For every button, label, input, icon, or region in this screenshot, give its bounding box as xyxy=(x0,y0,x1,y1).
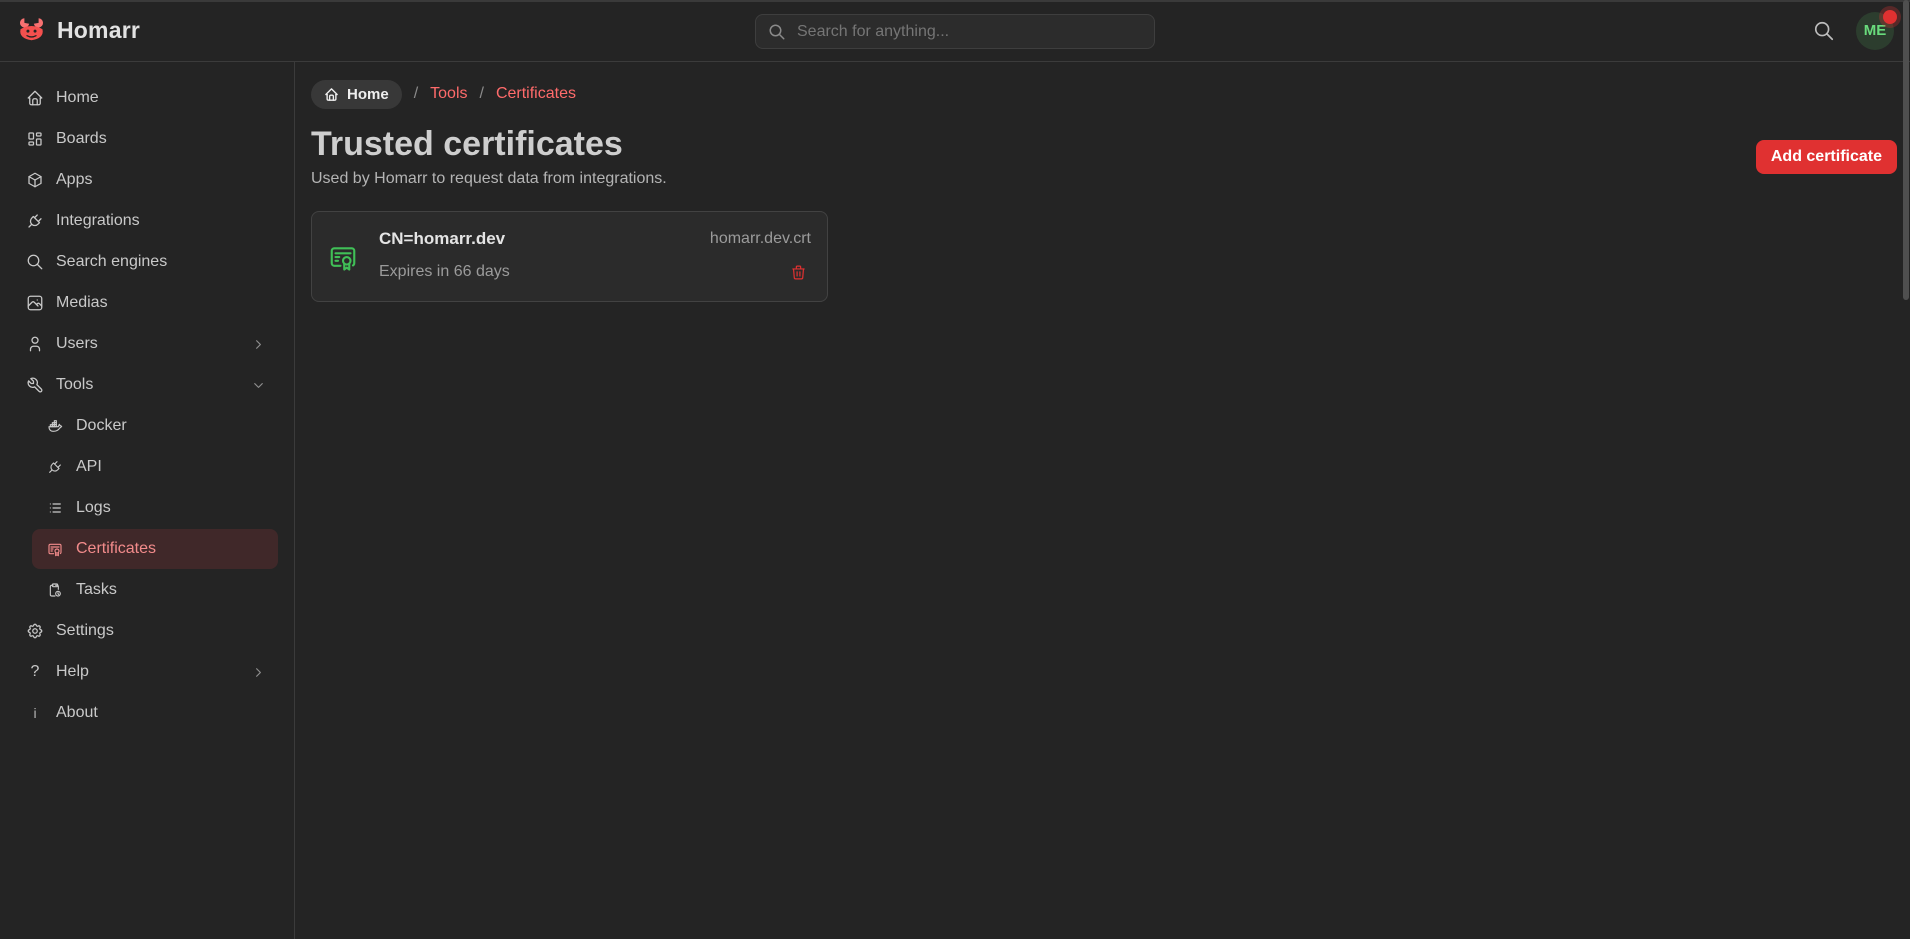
global-search[interactable] xyxy=(755,14,1155,49)
breadcrumb-home-label: Home xyxy=(347,86,389,103)
vertical-scrollbar[interactable] xyxy=(1903,0,1909,300)
trash-icon xyxy=(790,264,807,281)
breadcrumb-link-tools[interactable]: Tools xyxy=(430,85,467,103)
sidebar-item-users[interactable]: Users xyxy=(16,324,278,364)
tool-icon xyxy=(26,376,44,394)
breadcrumb-link-certificates[interactable]: Certificates xyxy=(496,85,576,103)
list-icon xyxy=(47,500,63,516)
docker-icon xyxy=(47,418,63,434)
sidebar-item-settings[interactable]: Settings xyxy=(16,611,278,651)
sidebar-item-help[interactable]: ? Help xyxy=(16,652,278,692)
plug-icon xyxy=(47,459,63,475)
chevron-right-icon xyxy=(251,665,266,680)
sidebar-item-api[interactable]: API xyxy=(32,447,278,487)
sidebar-item-label: Users xyxy=(56,335,98,353)
home-icon xyxy=(26,89,44,107)
sidebar-item-label: Tools xyxy=(56,376,93,394)
sidebar-item-docker[interactable]: Docker xyxy=(32,406,278,446)
photo-icon xyxy=(26,294,44,312)
sidebar-item-apps[interactable]: Apps xyxy=(16,160,278,200)
sidebar-item-integrations[interactable]: Integrations xyxy=(16,201,278,241)
sidebar-item-certificates[interactable]: Certificates xyxy=(32,529,278,569)
sidebar-item-label: Boards xyxy=(56,130,107,148)
app-header: Homarr ME xyxy=(0,0,1910,62)
plug-icon xyxy=(26,212,44,230)
sidebar-item-label: Search engines xyxy=(56,253,167,271)
search-icon xyxy=(26,253,44,271)
dashboard-icon xyxy=(26,130,44,148)
chevron-down-icon xyxy=(251,378,266,393)
sidebar: Home Boards Apps xyxy=(0,62,295,939)
sidebar-item-about[interactable]: i About xyxy=(16,693,278,733)
homarr-crab-icon xyxy=(16,17,47,44)
sidebar-item-label: Medias xyxy=(56,294,108,312)
sidebar-item-label: Tasks xyxy=(76,581,117,599)
sidebar-item-tools[interactable]: Tools xyxy=(16,365,278,405)
sidebar-item-boards[interactable]: Boards xyxy=(16,119,278,159)
breadcrumb: Home / Tools / Certificates xyxy=(311,79,1897,109)
search-icon xyxy=(768,23,786,41)
sidebar-item-label: Docker xyxy=(76,417,127,435)
breadcrumb-separator: / xyxy=(414,85,418,103)
certificate-common-name: CN=homarr.dev xyxy=(379,229,505,249)
page-subtitle: Used by Homarr to request data from inte… xyxy=(311,170,667,188)
home-icon xyxy=(324,87,339,102)
sidebar-item-medias[interactable]: Medias xyxy=(16,283,278,323)
page-title: Trusted certificates xyxy=(311,126,667,162)
sidebar-item-label: About xyxy=(56,704,98,722)
clipboard-clock-icon xyxy=(47,582,63,598)
main-content: Home / Tools / Certificates Trusted cert… xyxy=(295,62,1910,939)
certificate-file-name: homarr.dev.crt xyxy=(710,230,811,248)
user-menu[interactable]: ME xyxy=(1856,12,1894,50)
delete-certificate-button[interactable] xyxy=(785,260,811,284)
sidebar-item-label: API xyxy=(76,458,102,476)
breadcrumb-separator: / xyxy=(480,85,484,103)
certificate-icon xyxy=(47,541,63,557)
search-icon xyxy=(1813,20,1835,42)
certificate-icon xyxy=(328,242,358,272)
sidebar-item-logs[interactable]: Logs xyxy=(32,488,278,528)
notification-dot xyxy=(1883,10,1897,24)
chevron-right-icon xyxy=(251,337,266,352)
sidebar-item-home[interactable]: Home xyxy=(16,78,278,118)
app-title: Homarr xyxy=(57,17,140,44)
sidebar-item-search-engines[interactable]: Search engines xyxy=(16,242,278,282)
app-logo[interactable]: Homarr xyxy=(16,17,140,44)
info-icon: i xyxy=(26,705,44,721)
sidebar-item-label: Integrations xyxy=(56,212,140,230)
question-mark-icon: ? xyxy=(26,663,44,681)
sidebar-item-label: Certificates xyxy=(76,540,156,558)
sidebar-item-label: Apps xyxy=(56,171,92,189)
certificate-card: CN=homarr.dev homarr.dev.crt Expires in … xyxy=(311,211,828,302)
sidebar-item-label: Settings xyxy=(56,622,114,640)
sidebar-item-label: Help xyxy=(56,663,89,681)
add-certificate-button[interactable]: Add certificate xyxy=(1756,140,1897,174)
gear-icon xyxy=(26,622,44,640)
sidebar-item-label: Logs xyxy=(76,499,111,517)
user-icon xyxy=(26,335,44,353)
breadcrumb-home[interactable]: Home xyxy=(311,80,402,109)
search-input[interactable] xyxy=(797,23,1142,41)
box-icon xyxy=(26,171,44,189)
sidebar-item-label: Home xyxy=(56,89,99,107)
spotlight-search-button[interactable] xyxy=(1813,20,1835,42)
certificate-expiry: Expires in 66 days xyxy=(379,263,510,281)
sidebar-item-tasks[interactable]: Tasks xyxy=(32,570,278,610)
